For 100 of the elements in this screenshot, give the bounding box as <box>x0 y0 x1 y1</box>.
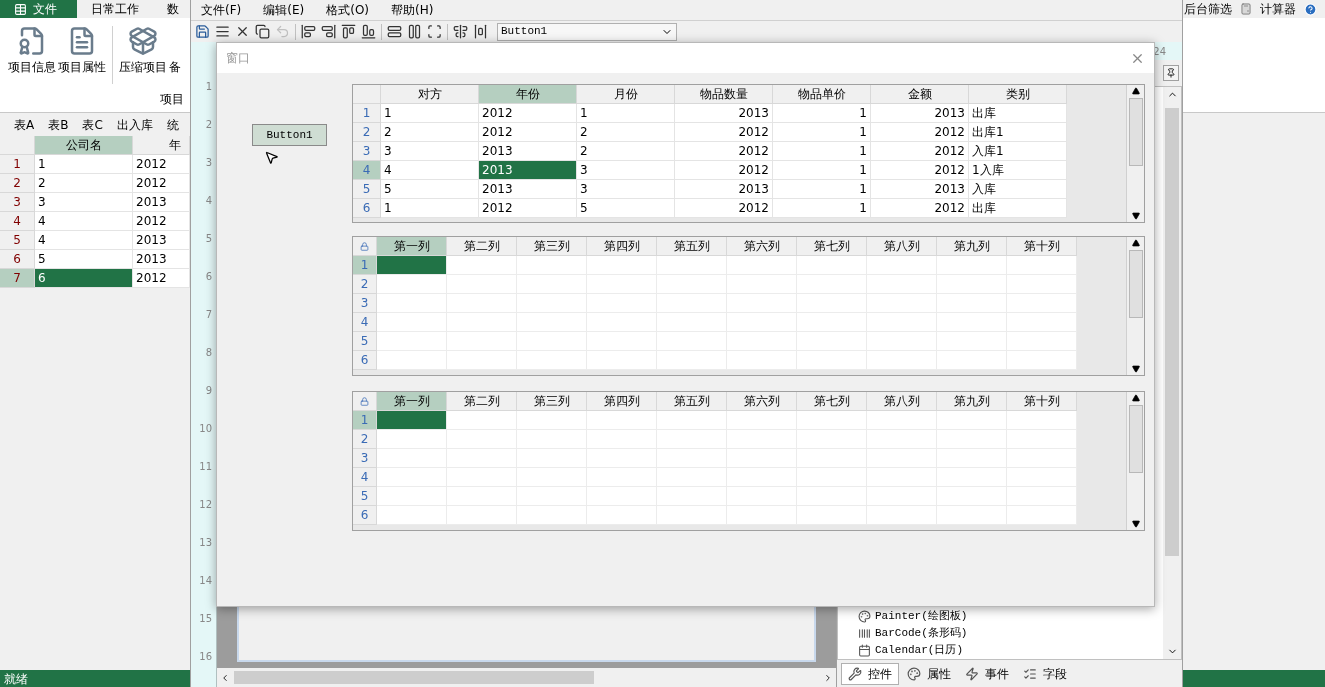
row-header[interactable]: 7 <box>0 269 35 288</box>
row-header[interactable]: 6 <box>353 506 377 525</box>
align-right-icon[interactable] <box>321 24 336 39</box>
scroll-up-icon[interactable] <box>1131 394 1140 402</box>
menu-item[interactable]: 编辑(E) <box>263 1 305 19</box>
panel-tab[interactable]: 事件 <box>959 662 1015 685</box>
toolbox-item[interactable]: Calendar(日历) <box>875 642 963 659</box>
pin-button[interactable] <box>1163 65 1179 81</box>
row-header[interactable]: 2 <box>353 430 377 449</box>
column-header[interactable]: 第六列 <box>727 237 797 256</box>
column-header[interactable]: 第五列 <box>657 237 727 256</box>
ribbon-tab[interactable]: 数 <box>153 0 193 18</box>
ribbon-tab[interactable]: 文件 <box>0 0 77 18</box>
scroll-thumb[interactable] <box>1128 405 1143 473</box>
ribbon-tab[interactable]: 日常工作 <box>77 0 153 18</box>
scroll-left-icon[interactable] <box>220 672 230 683</box>
column-header[interactable]: 第二列 <box>447 237 517 256</box>
same-width-icon[interactable] <box>387 24 402 39</box>
spacing-icon[interactable] <box>473 24 488 39</box>
column-header[interactable]: 第七列 <box>797 237 867 256</box>
column-header[interactable]: 第七列 <box>797 392 867 411</box>
column-header[interactable]: 第九列 <box>937 237 1007 256</box>
sheet-tab[interactable]: 表A <box>14 115 35 134</box>
sheet-tab[interactable]: 统 <box>166 115 179 134</box>
column-header[interactable]: 类别 <box>969 85 1067 104</box>
component-dropdown[interactable]: Button1 <box>497 22 677 41</box>
ribbon-button[interactable]: 压缩项目 <box>119 26 167 74</box>
align-top-icon[interactable] <box>341 24 356 39</box>
save-icon[interactable] <box>195 24 210 39</box>
row-header[interactable]: 5 <box>353 487 377 506</box>
scroll-up-icon[interactable] <box>1131 239 1140 247</box>
calculator-icon[interactable] <box>1240 3 1252 15</box>
row-header[interactable]: 2 <box>353 123 381 142</box>
column-header[interactable]: 第十列 <box>1007 392 1077 411</box>
ribbon-button[interactable]: 项目信息 <box>8 26 56 74</box>
center-icon[interactable] <box>453 24 468 39</box>
row-header[interactable]: 6 <box>353 199 381 218</box>
lock-icon[interactable] <box>360 396 369 406</box>
list-icon[interactable] <box>215 24 230 39</box>
scroll-thumb[interactable] <box>1128 98 1143 166</box>
help-icon[interactable] <box>1304 2 1317 16</box>
panel-tab[interactable]: 控件 <box>841 662 899 685</box>
column-header[interactable]: 第四列 <box>587 392 657 411</box>
scroll-thumb[interactable] <box>1165 108 1179 556</box>
toolbox-item[interactable]: Painter(绘图板) <box>875 608 968 625</box>
menu-item[interactable]: 格式(O) <box>326 1 370 19</box>
align-left-icon[interactable] <box>301 24 316 39</box>
scrollbar[interactable] <box>1126 237 1144 375</box>
scroll-down-icon[interactable] <box>1131 365 1140 373</box>
row-header[interactable]: 5 <box>0 231 35 250</box>
row-header[interactable]: 1 <box>353 104 381 123</box>
lock-icon[interactable] <box>360 241 369 251</box>
row-header[interactable]: 5 <box>353 180 381 199</box>
scrollbar[interactable] <box>1126 392 1144 530</box>
column-header[interactable]: 第一列 <box>377 237 447 256</box>
scroll-thumb[interactable] <box>1128 250 1143 318</box>
scrollbar[interactable] <box>1163 87 1181 659</box>
scroll-thumb[interactable] <box>234 671 594 684</box>
row-header[interactable]: 2 <box>353 275 377 294</box>
row-header[interactable]: 4 <box>0 212 35 231</box>
ribbon-button[interactable]: 备 <box>169 26 181 74</box>
quick-link[interactable]: 后台筛选 <box>1184 0 1232 18</box>
close-icon[interactable] <box>235 24 250 39</box>
column-header[interactable]: 第五列 <box>657 392 727 411</box>
row-header[interactable]: 3 <box>353 449 377 468</box>
ribbon-button[interactable]: 项目属性 <box>58 26 106 74</box>
row-header[interactable]: 5 <box>353 332 377 351</box>
scroll-down-icon[interactable] <box>1131 212 1140 220</box>
column-header[interactable]: 第四列 <box>587 237 657 256</box>
copy-icon[interactable] <box>255 24 270 39</box>
row-header[interactable]: 1 <box>0 155 35 174</box>
row-header[interactable]: 3 <box>353 142 381 161</box>
scrollbar[interactable] <box>1126 85 1144 222</box>
scroll-right-icon[interactable] <box>823 672 833 683</box>
row-header[interactable]: 3 <box>0 193 35 212</box>
column-header[interactable]: 公司名 <box>35 136 133 155</box>
sheet-tab[interactable]: 表C <box>82 115 103 134</box>
row-header[interactable]: 3 <box>353 294 377 313</box>
column-header[interactable]: 第一列 <box>377 392 447 411</box>
row-header[interactable]: 4 <box>353 313 377 332</box>
column-header[interactable]: 第二列 <box>447 392 517 411</box>
align-bottom-icon[interactable] <box>361 24 376 39</box>
menu-item[interactable]: 帮助(H) <box>391 1 434 19</box>
column-header[interactable]: 第三列 <box>517 237 587 256</box>
form-button[interactable]: Button1 <box>252 124 327 146</box>
row-header[interactable]: 2 <box>0 174 35 193</box>
column-header[interactable]: 金额 <box>871 85 969 104</box>
sheet-tab[interactable]: 出入库 <box>116 115 153 134</box>
column-header[interactable]: 第八列 <box>867 237 937 256</box>
row-header[interactable]: 6 <box>353 351 377 370</box>
panel-tab[interactable]: 属性 <box>901 662 957 685</box>
quick-link[interactable]: 计算器 <box>1260 0 1296 18</box>
scroll-up-icon[interactable] <box>1131 87 1140 95</box>
column-header[interactable]: 第十列 <box>1007 237 1077 256</box>
scroll-down-icon[interactable] <box>1131 520 1140 528</box>
column-header[interactable]: 月份 <box>577 85 675 104</box>
row-header[interactable]: 4 <box>353 468 377 487</box>
column-header[interactable]: 年份 <box>479 85 577 104</box>
toolbox-item[interactable]: BarCode(条形码) <box>875 625 968 642</box>
column-header[interactable]: 第八列 <box>867 392 937 411</box>
